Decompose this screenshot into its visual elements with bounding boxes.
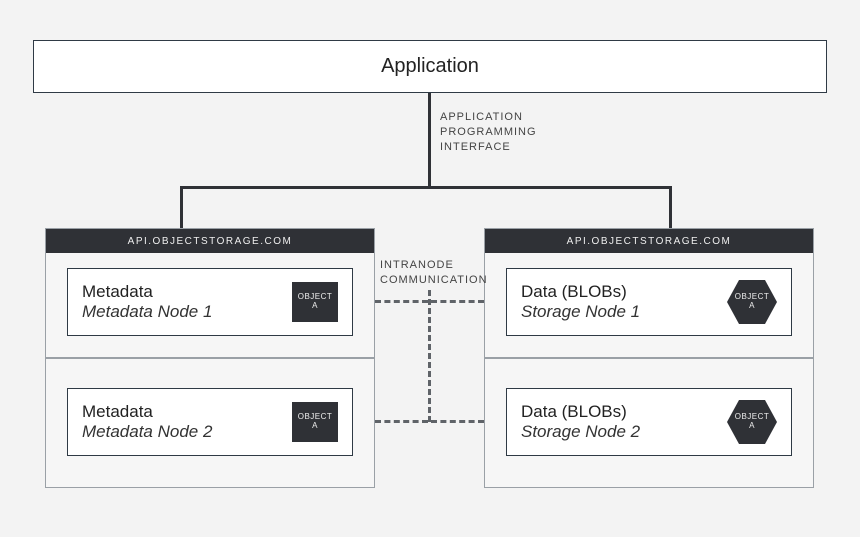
intranode-label-l1: INTRANODE (380, 258, 488, 273)
object-label-l2: A (749, 301, 755, 310)
object-label-l2: A (312, 422, 318, 431)
diagram-canvas: Application APPLICATION PROGRAMMING INTE… (0, 0, 860, 537)
intranode-label-l2: COMMUNICATION (380, 273, 488, 288)
object-label-l2: A (312, 302, 318, 311)
api-label-l1: APPLICATION (440, 110, 537, 125)
metadata-node-1-title: Metadata (82, 282, 292, 302)
intranode-label: INTRANODE COMMUNICATION (380, 258, 488, 288)
application-title: Application (381, 55, 479, 78)
object-a-hexagon-icon: OBJECT A (727, 400, 777, 444)
storage-node-2-title: Data (BLOBs) (521, 402, 727, 422)
api-connector-down-left (180, 186, 183, 228)
storage-node-2-text: Data (BLOBs) Storage Node 2 (521, 402, 727, 443)
storage-node-1-box: Data (BLOBs) Storage Node 1 OBJECT A (506, 268, 792, 336)
intranode-left-bottom (375, 420, 428, 423)
intranode-left-top (375, 300, 428, 303)
intranode-right-bottom (431, 420, 484, 423)
object-a-square-icon: OBJECT A (292, 402, 338, 442)
object-a-hexagon-icon: OBJECT A (727, 280, 777, 324)
object-label-l1: OBJECT (735, 292, 770, 301)
metadata-node-2-title: Metadata (82, 402, 292, 422)
storage-node-2-box: Data (BLOBs) Storage Node 2 OBJECT A (506, 388, 792, 456)
left-cluster-header-text: API.OBJECTSTORAGE.COM (128, 236, 293, 247)
metadata-node-2-box: Metadata Metadata Node 2 OBJECT A (67, 388, 353, 456)
intranode-right-top (431, 300, 484, 303)
object-label-l2: A (749, 421, 755, 430)
api-connector-down-right (669, 186, 672, 228)
metadata-node-2-sub: Metadata Node 2 (82, 422, 292, 442)
storage-node-1-sub: Storage Node 1 (521, 302, 727, 322)
right-cluster-header: API.OBJECTSTORAGE.COM (485, 229, 813, 253)
storage-node-2-sub: Storage Node 2 (521, 422, 727, 442)
object-a-square-icon: OBJECT A (292, 282, 338, 322)
object-label-l1: OBJECT (735, 412, 770, 421)
application-box: Application (33, 40, 827, 93)
api-connector-horizontal (180, 186, 672, 189)
right-cluster-header-text: API.OBJECTSTORAGE.COM (567, 236, 732, 247)
api-connector-vertical (428, 93, 431, 189)
storage-node-1-title: Data (BLOBs) (521, 282, 727, 302)
intranode-vertical (428, 290, 431, 422)
metadata-node-1-text: Metadata Metadata Node 1 (82, 282, 292, 323)
storage-node-1-text: Data (BLOBs) Storage Node 1 (521, 282, 727, 323)
metadata-node-1-box: Metadata Metadata Node 1 OBJECT A (67, 268, 353, 336)
api-label-l2: PROGRAMMING (440, 125, 537, 140)
left-cluster-header: API.OBJECTSTORAGE.COM (46, 229, 374, 253)
metadata-node-2-text: Metadata Metadata Node 2 (82, 402, 292, 443)
metadata-node-1-sub: Metadata Node 1 (82, 302, 292, 322)
api-label-l3: INTERFACE (440, 140, 537, 155)
api-label: APPLICATION PROGRAMMING INTERFACE (440, 110, 537, 155)
